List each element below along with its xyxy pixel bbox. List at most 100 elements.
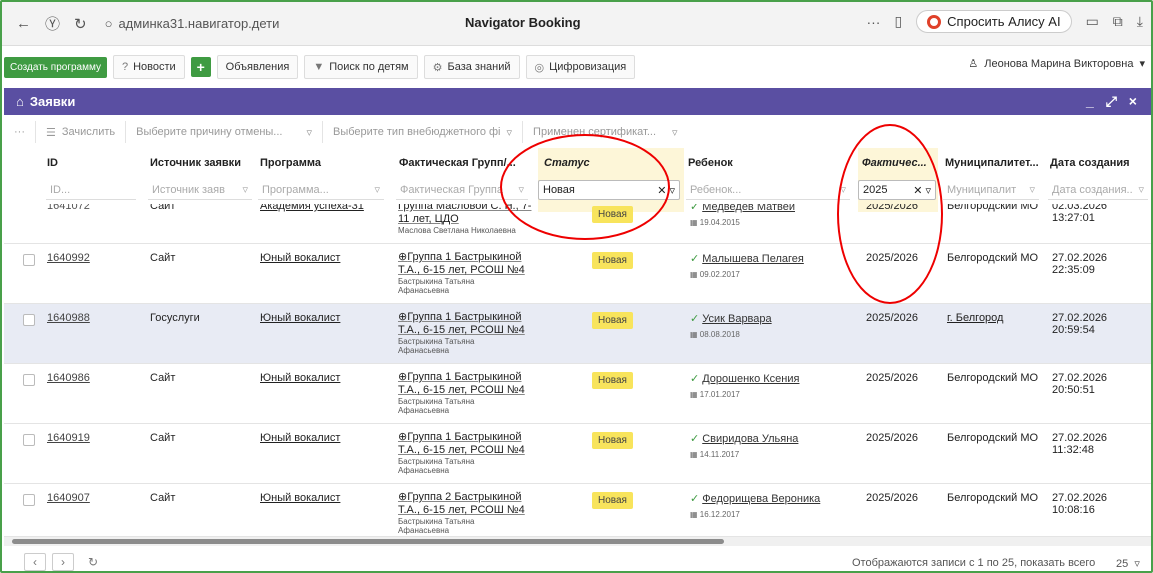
col-municipality[interactable]: Муниципалитет... — [945, 157, 1039, 169]
chevron-down-icon: ▿ — [1029, 184, 1035, 196]
window-controls[interactable]: _ ⤢ × — [1086, 93, 1141, 110]
filter-created[interactable]: Дата создания.. ▿ — [1048, 180, 1148, 200]
battery-icon[interactable]: ▭ — [1086, 13, 1099, 30]
row-program[interactable]: Юный вокалист — [260, 492, 340, 504]
url-text: админка31.навигатор.дети — [118, 16, 280, 31]
add-icon[interactable]: + — [190, 57, 211, 77]
col-id[interactable]: ID — [47, 157, 58, 169]
knowledge-base-button[interactable]: ⚙ База знаний — [423, 55, 520, 79]
row-child[interactable]: ✓ Федорищева Вероника ▦ 16.12.2017 — [690, 492, 820, 519]
row-id[interactable]: 1640907 — [47, 492, 90, 504]
yandex-icon[interactable]: Ⓨ — [45, 13, 60, 34]
download-icon[interactable]: ⤓ — [1137, 13, 1143, 30]
calendar-icon: ▦ — [690, 390, 698, 399]
table-row[interactable]: 1640907 Сайт Юный вокалист ⊕Группа 2 Бастры… — [4, 484, 1151, 537]
row-source: Сайт — [150, 372, 176, 384]
row-group[interactable]: ⊕Группа 1 Бастрыкиной Т.А., 6-15 лет, РСО… — [398, 371, 534, 415]
help-icon: ? — [121, 61, 129, 73]
page-size-select[interactable]: 25 ▿ — [1116, 557, 1140, 570]
row-created: 27.02.2026 20:59:54 — [1052, 312, 1108, 336]
check-icon: ✓ — [690, 313, 700, 325]
filter-municipality[interactable]: Муниципалит ▿ — [943, 180, 1039, 200]
status-badge: Новая — [592, 432, 633, 449]
calendar-icon: ▦ — [690, 330, 698, 339]
row-program[interactable]: Академия успеха-31 — [260, 204, 364, 212]
table-row[interactable]: 1640986 Сайт Юный вокалист ⊕Группа 1 Бастры… — [4, 364, 1151, 424]
table-row[interactable]: 1640992 Сайт Юный вокалист ⊕Группа 1 Бастры… — [4, 244, 1151, 304]
row-id[interactable]: 1640988 — [47, 312, 90, 324]
row-id[interactable]: 1641072 — [47, 204, 90, 212]
row-checkbox[interactable] — [23, 494, 35, 506]
horizontal-scrollbar[interactable] — [4, 537, 1151, 546]
group-icon: ⊕ — [398, 251, 408, 263]
digitalization-button[interactable]: ◎ Цифровизация — [525, 55, 636, 79]
row-year: 2025/2026 — [866, 372, 918, 384]
chevron-down-icon: ▿ — [1138, 184, 1144, 196]
more-actions-icon[interactable]: ··· — [4, 121, 36, 143]
row-checkbox[interactable] — [23, 314, 35, 326]
enroll-icon: ☰ — [46, 126, 56, 139]
row-created: 27.02.2026 22:35:09 — [1052, 252, 1108, 276]
row-id[interactable]: 1640986 — [47, 372, 90, 384]
row-year: 2025/2026 — [866, 492, 918, 504]
bookmark-icon[interactable]: ▯ — [894, 13, 902, 30]
row-child[interactable]: ✓ Малышева Пелагея ▦ 09.02.2017 — [690, 252, 804, 279]
prev-page-button[interactable]: ‹ — [24, 553, 46, 571]
enroll-button[interactable]: ☰ Зачислить — [36, 121, 127, 143]
chevron-down-icon: ▾ — [1139, 58, 1145, 70]
row-program[interactable]: Юный вокалист — [260, 312, 340, 324]
col-program[interactable]: Программа — [260, 157, 321, 169]
row-checkbox[interactable] — [23, 434, 35, 446]
home-icon: ⌂ — [16, 94, 24, 109]
col-group[interactable]: Фактическая Групп/... — [399, 157, 516, 169]
alice-button[interactable]: Спросить Алису AI — [916, 10, 1072, 33]
row-child[interactable]: ✓ Усик Варвара ▦ 08.08.2018 — [690, 312, 772, 339]
news-button[interactable]: ? Новости — [112, 55, 185, 79]
col-child[interactable]: Ребенок — [688, 157, 733, 169]
offbudget-type-select[interactable]: Выберите тип внебюджетного фі ▿ — [323, 121, 524, 143]
row-group[interactable]: ⊕Группа 1 Бастрыкиной Т.А., 6-15 лет, РСО… — [398, 251, 534, 295]
app-frame: ← Ⓨ ↻ ○ админка31.навигатор.дети Navigat… — [0, 0, 1153, 573]
row-created: 27.02.2026 10:08:16 — [1052, 492, 1108, 516]
address-bar[interactable]: ○ админка31.навигатор.дети — [105, 16, 280, 31]
child-search-button[interactable]: ▼ Поиск по детям — [304, 55, 418, 79]
col-source[interactable]: Источник заявки — [150, 157, 241, 169]
share-icon[interactable]: ⧉ — [1113, 13, 1123, 30]
row-created: 02.03.2026 13:27:01 — [1052, 204, 1108, 224]
row-municipality: Белгородский МО — [947, 492, 1039, 504]
row-group[interactable]: ⊕Группа 2 Бастрыкиной Т.А., 6-15 лет, РСО… — [398, 491, 534, 535]
annotation-circle-year — [837, 124, 943, 304]
row-id[interactable]: 1640919 — [47, 432, 90, 444]
filter-child[interactable]: Ребенок... ▿ — [686, 180, 850, 200]
create-program-button[interactable]: Создать программу — [4, 56, 107, 78]
row-group[interactable]: ⊕Группа 1 Бастрыкиной Т.А., 6-15 лет, РСО… — [398, 431, 534, 475]
filter-program[interactable]: Программа... ▿ — [258, 180, 384, 200]
row-child[interactable]: ✓ Дорошенко Ксения ▦ 17.01.2017 — [690, 372, 799, 399]
scrollbar-thumb[interactable] — [12, 539, 724, 544]
filter-id[interactable]: ID... — [46, 180, 136, 200]
reload-icon[interactable]: ↻ — [74, 15, 87, 33]
chevron-down-icon: ▿ — [374, 184, 380, 196]
row-group[interactable]: ⊕Группа 1 Бастрыкиной Т.А., 6-15 лет, РСО… — [398, 311, 534, 355]
col-created[interactable]: Дата создания — [1050, 157, 1130, 169]
row-child[interactable]: ✓ Свиридова Ульяна ▦ 14.11.2017 — [690, 432, 798, 459]
table-row[interactable]: 1640988 Госуслуги Юный вокалист ⊕Группа 1 Б… — [4, 304, 1151, 364]
cancel-reason-select[interactable]: Выберите причину отмены... ▿ — [126, 121, 323, 143]
row-program[interactable]: Юный вокалист — [260, 432, 340, 444]
next-page-button[interactable]: › — [52, 553, 74, 571]
user-menu[interactable]: ♙ Леонова Марина Викторовна ▾ — [968, 57, 1145, 71]
status-badge: Новая — [592, 312, 633, 329]
row-checkbox[interactable] — [23, 374, 35, 386]
row-id[interactable]: 1640992 — [47, 252, 90, 264]
refresh-icon[interactable]: ↻ — [82, 553, 104, 571]
more-icon[interactable]: ··· — [866, 14, 880, 30]
back-icon[interactable]: ← — [16, 15, 31, 32]
records-summary: Отображаются записи с 1 по 25, показать … — [852, 557, 1096, 569]
filter-source[interactable]: Источник заяв ▿ — [148, 180, 252, 200]
row-program[interactable]: Юный вокалист — [260, 372, 340, 384]
announcements-button[interactable]: Объявления — [216, 55, 299, 79]
table-row[interactable]: 1640919 Сайт Юный вокалист ⊕Группа 1 Бастры… — [4, 424, 1151, 484]
row-program[interactable]: Юный вокалист — [260, 252, 340, 264]
row-child[interactable]: ✓ Медведев Матвей ▦ 19.04.2015 — [690, 204, 795, 227]
row-checkbox[interactable] — [23, 254, 35, 266]
